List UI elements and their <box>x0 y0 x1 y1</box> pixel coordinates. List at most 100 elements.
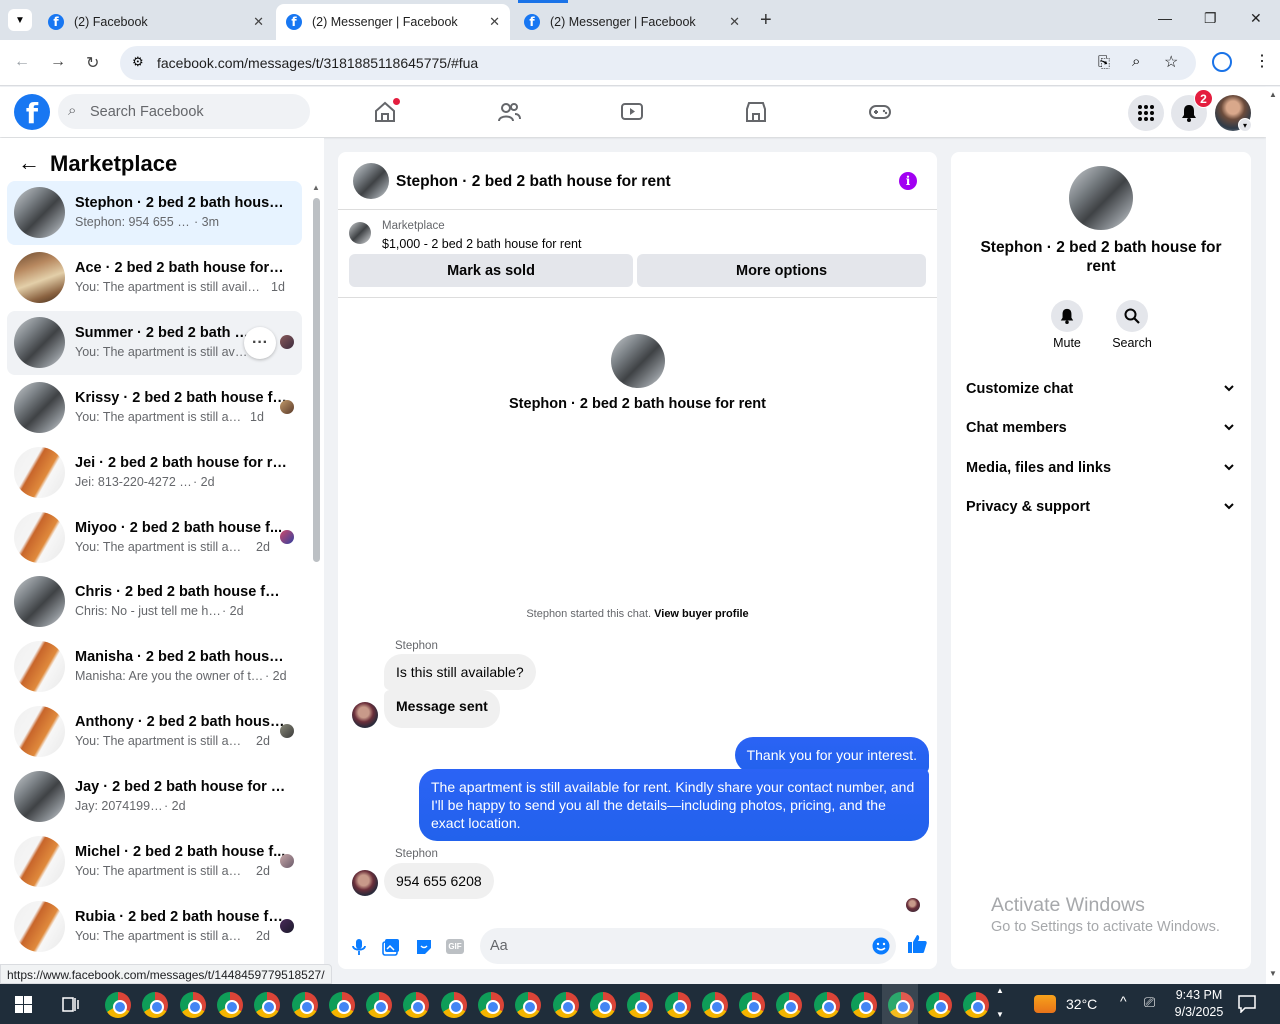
weather-icon[interactable] <box>1034 995 1056 1013</box>
facebook-logo-icon[interactable]: f <box>14 94 50 130</box>
task-view-icon[interactable] <box>62 996 80 1013</box>
browser-menu-icon[interactable]: ⋮ <box>1254 51 1270 71</box>
video-icon[interactable] <box>620 100 644 124</box>
emoji-icon[interactable] <box>872 937 890 955</box>
chat-title[interactable]: Stephon · 2 bed 2 bath house for rent <box>396 173 671 191</box>
scroll-down-icon[interactable]: ▼ <box>1269 969 1277 978</box>
close-tab-icon[interactable]: ✕ <box>729 14 740 30</box>
friends-icon[interactable] <box>497 100 521 124</box>
mark-as-sold-button[interactable]: Mark as sold <box>349 254 633 287</box>
conversation-item[interactable]: Rubia · 2 bed 2 bath house fo... You: Th… <box>7 895 302 959</box>
gaming-icon[interactable] <box>868 100 892 124</box>
chrome-taskbar-icon[interactable] <box>142 992 169 1018</box>
chrome-taskbar-icon[interactable] <box>291 992 318 1018</box>
chrome-taskbar-icon[interactable] <box>366 992 393 1018</box>
notification-center-icon[interactable] <box>1238 995 1256 1013</box>
site-info-icon[interactable]: ⚙ <box>132 54 144 70</box>
gif-icon[interactable]: GIF <box>446 939 464 954</box>
weather-temperature[interactable]: 32°C <box>1066 996 1097 1012</box>
chrome-taskbar-icon[interactable] <box>962 992 989 1018</box>
conversation-item[interactable]: Jei · 2 bed 2 bath house for rent Jei: 8… <box>7 441 302 505</box>
chrome-taskbar-icon[interactable] <box>403 992 430 1018</box>
restore-icon[interactable]: ❐ <box>1204 10 1217 27</box>
chrome-taskbar-icon[interactable] <box>813 992 840 1018</box>
sidebar-scrollbar-thumb[interactable] <box>313 198 320 562</box>
search-input[interactable]: ⌕ Search Facebook <box>58 94 310 129</box>
sticker-icon[interactable] <box>415 938 433 956</box>
taskbar-time[interactable]: 9:43 PM <box>1173 988 1225 1002</box>
details-avatar[interactable] <box>1069 166 1133 230</box>
scroll-up-icon[interactable]: ▲ <box>1269 90 1277 99</box>
chevron-down-icon[interactable] <box>1223 382 1235 394</box>
chrome-taskbar-icon[interactable] <box>328 992 355 1018</box>
chrome-taskbar-icon[interactable] <box>440 992 467 1018</box>
browser-tab[interactable]: f (2) Messenger | Facebook ✕ <box>514 4 750 40</box>
conversation-item[interactable]: Krissy · 2 bed 2 bath house fo... You: T… <box>7 376 302 440</box>
chevron-down-icon[interactable] <box>1223 461 1235 473</box>
account-chevron-icon[interactable]: ▾ <box>1238 118 1252 132</box>
chrome-taskbar-icon[interactable] <box>701 992 728 1018</box>
marketplace-icon[interactable] <box>744 100 768 124</box>
conversation-item[interactable]: Stephon · 2 bed 2 bath house fo... Steph… <box>7 181 302 245</box>
chrome-taskbar-icon[interactable] <box>739 992 766 1018</box>
conversation-item[interactable]: Michel · 2 bed 2 bath house f... You: Th… <box>7 830 302 894</box>
hidden-icons-chevron-icon[interactable]: ^ <box>1120 993 1127 1009</box>
conversation-item[interactable]: Jay · 2 bed 2 bath house for rent Jay: 2… <box>7 765 302 829</box>
chrome-taskbar-icon[interactable] <box>664 992 691 1018</box>
conversation-item[interactable]: Anthony · 2 bed 2 bath house... You: The… <box>7 700 302 764</box>
search-in-chat-button[interactable] <box>1116 300 1148 332</box>
photo-icon[interactable] <box>382 938 400 956</box>
forward-icon[interactable]: → <box>50 53 66 71</box>
listing-title[interactable]: $1,000 - 2 bed 2 bath house for rent <box>382 237 581 251</box>
message-input[interactable]: Aa <box>480 928 896 964</box>
browser-tab-active[interactable]: f (2) Messenger | Facebook ✕ <box>276 4 510 40</box>
reload-icon[interactable]: ↻ <box>86 53 99 73</box>
chrome-taskbar-icon[interactable] <box>105 992 131 1018</box>
tab-search-icon[interactable]: ▼ <box>8 9 32 31</box>
media-files-links-section[interactable]: Media, files and links <box>966 460 1111 476</box>
chrome-taskbar-icon[interactable] <box>478 992 504 1018</box>
zoom-icon[interactable]: ⌕ <box>1132 53 1140 70</box>
chrome-taskbar-icon[interactable] <box>851 992 877 1018</box>
microphone-icon[interactable] <box>350 938 368 956</box>
more-options-button[interactable]: More options <box>637 254 926 287</box>
close-tab-icon[interactable]: ✕ <box>489 14 500 30</box>
message-bubble[interactable]: The apartment is still available for ren… <box>419 769 929 841</box>
chat-avatar[interactable] <box>353 163 389 199</box>
chevron-down-icon[interactable] <box>1223 421 1235 433</box>
sender-avatar[interactable] <box>352 702 378 728</box>
message-bubble[interactable]: Is this still available? <box>384 654 536 690</box>
view-buyer-profile-link[interactable]: View buyer profile <box>654 608 749 620</box>
menu-grid-button[interactable] <box>1128 95 1164 131</box>
browser-tab[interactable]: f (2) Facebook ✕ <box>38 4 274 40</box>
window-close-icon[interactable]: ✕ <box>1250 10 1262 27</box>
taskbar-date[interactable]: 9/3/2025 <box>1166 1005 1232 1019</box>
info-icon[interactable]: i <box>899 172 917 190</box>
chrome-taskbar-icon[interactable] <box>925 992 952 1018</box>
install-app-icon[interactable]: ⎘ <box>1098 54 1110 71</box>
back-icon[interactable]: ← <box>14 53 30 71</box>
chrome-taskbar-icon[interactable] <box>627 992 654 1018</box>
chat-members-section[interactable]: Chat members <box>966 420 1067 436</box>
conversation-item[interactable]: Chris · 2 bed 2 bath house for re... Chr… <box>7 570 302 634</box>
message-bubble[interactable]: Message sent <box>384 690 500 728</box>
conversation-item[interactable]: Summer · 2 bed 2 bath hous You: The apar… <box>7 311 302 375</box>
chrome-taskbar-icon[interactable] <box>515 992 542 1018</box>
network-icon[interactable]: ⎚ <box>1144 994 1155 1011</box>
chrome-taskbar-icon[interactable] <box>216 992 243 1018</box>
taskbar-scroll-up-icon[interactable]: ▲ <box>996 986 1004 995</box>
scroll-up-icon[interactable]: ▲ <box>312 183 320 192</box>
chrome-taskbar-icon[interactable] <box>589 992 616 1018</box>
conversation-item[interactable]: Manisha · 2 bed 2 bath house fo... Manis… <box>7 635 302 699</box>
message-bubble[interactable]: Thank you for your interest. <box>734 737 929 773</box>
minimize-icon[interactable]: — <box>1158 10 1172 26</box>
windows-start-icon[interactable] <box>15 996 32 1013</box>
more-options-button[interactable]: ··· <box>244 327 276 359</box>
mute-button[interactable] <box>1051 300 1083 332</box>
sender-avatar[interactable] <box>352 870 378 896</box>
privacy-support-section[interactable]: Privacy & support <box>966 499 1090 515</box>
new-tab-icon[interactable]: + <box>760 9 772 32</box>
close-tab-icon[interactable]: ✕ <box>253 14 264 30</box>
chrome-taskbar-icon[interactable] <box>552 992 579 1018</box>
listing-thumbnail[interactable] <box>349 222 371 244</box>
